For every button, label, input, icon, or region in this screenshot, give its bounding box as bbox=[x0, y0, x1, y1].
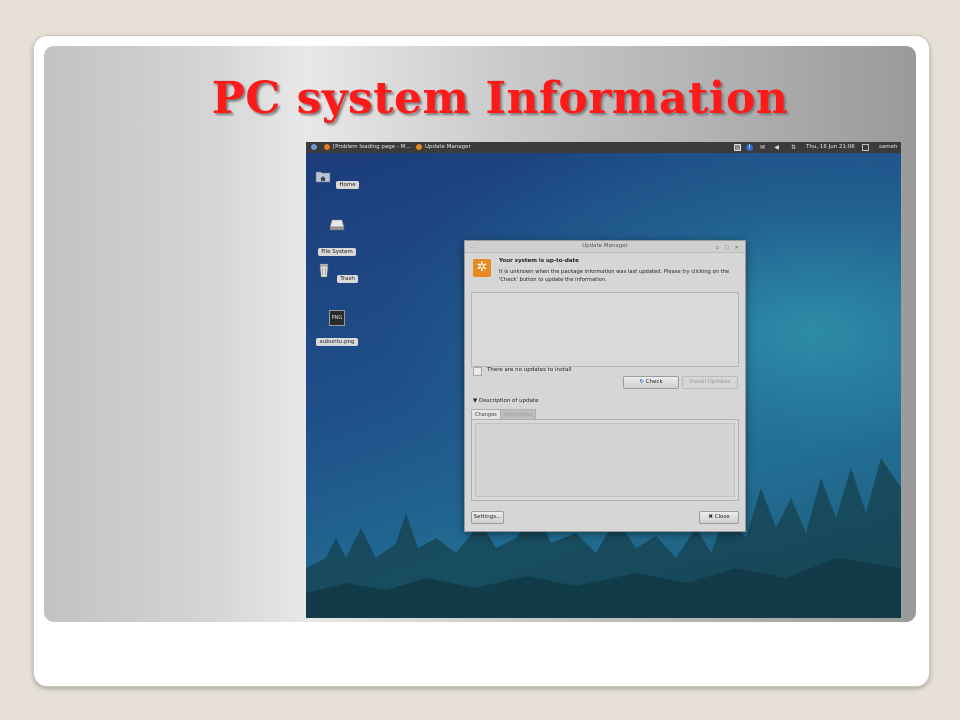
slide-title: PC system Information bbox=[211, 73, 789, 124]
settings-button[interactable]: Settings... bbox=[471, 511, 504, 524]
png-badge: PNG bbox=[331, 315, 343, 321]
taskbar-item-browser[interactable]: [Problem loading page - M... bbox=[324, 142, 411, 153]
taskbar-item-label: Update Manager bbox=[425, 144, 471, 150]
changes-pane bbox=[471, 419, 739, 501]
close-button-label: Close bbox=[714, 514, 730, 520]
home-folder-icon bbox=[316, 171, 331, 183]
volume-icon[interactable]: ◀ bbox=[773, 144, 780, 151]
update-manager-dialog: — Update Manager ▫ ▢ ✕ ✲ Your system is … bbox=[464, 240, 746, 532]
update-manager-icon bbox=[416, 143, 422, 150]
xfce-mouse-icon bbox=[311, 143, 317, 150]
desktop-icon-label: xubuntu.png bbox=[316, 338, 358, 346]
drive-icon bbox=[329, 219, 345, 231]
user-name[interactable]: sameh bbox=[879, 142, 897, 153]
changes-text-area[interactable] bbox=[475, 423, 735, 497]
desktop-icon-label: Home bbox=[336, 181, 359, 189]
image-file-icon: PNG bbox=[329, 310, 345, 326]
status-message: It is unknown when the package informati… bbox=[499, 269, 730, 283]
desktop-icon-home[interactable]: Home bbox=[315, 168, 359, 190]
install-updates-button[interactable]: Install Updates bbox=[682, 376, 738, 389]
status-heading: Your system is up-to-date bbox=[499, 258, 579, 264]
window-menu-icon[interactable]: — bbox=[469, 243, 474, 254]
notes-icon[interactable]: ▤ bbox=[734, 144, 741, 151]
desktop-icon-xubuntu-png[interactable]: PNG xubuntu.png bbox=[315, 310, 359, 347]
desktop-icon-file-system[interactable]: File System bbox=[315, 216, 359, 257]
trash-icon bbox=[319, 263, 329, 278]
description-expander[interactable]: ▼ Description of update bbox=[473, 398, 539, 404]
info-icon[interactable]: ! bbox=[746, 144, 753, 151]
show-desktop-icon[interactable] bbox=[862, 144, 869, 151]
expander-arrow-icon: ▼ bbox=[473, 398, 478, 404]
taskbar-item-update-manager[interactable]: Update Manager bbox=[416, 142, 471, 153]
firefox-icon bbox=[324, 143, 330, 150]
close-button[interactable]: ✖ Close bbox=[699, 511, 739, 524]
dialog-titlebar[interactable]: — Update Manager ▫ ▢ ✕ bbox=[465, 241, 745, 253]
whisker-menu-button[interactable] bbox=[311, 142, 320, 153]
description-expander-label: Description of update bbox=[478, 398, 539, 404]
dialog-title: Update Manager bbox=[582, 243, 628, 249]
update-settings-icon: ✲ bbox=[473, 259, 491, 277]
taskbar-item-label: [Problem loading page - M... bbox=[333, 144, 411, 150]
settings-button-label: Settings... bbox=[473, 514, 502, 520]
desktop-icon-label: File System bbox=[318, 248, 356, 256]
select-all-checkbox[interactable] bbox=[473, 367, 482, 376]
check-button[interactable]: ↻ Check bbox=[623, 376, 679, 389]
desktop-screenshot: [Problem loading page - M... Update Mana… bbox=[306, 142, 901, 618]
check-button-label: Check bbox=[645, 379, 663, 385]
window-controls[interactable]: ▫ ▢ ✕ bbox=[716, 243, 741, 254]
desktop-icon-label: Trash bbox=[337, 275, 358, 283]
clock[interactable]: Thu, 16 Jun 21:06 bbox=[806, 142, 855, 153]
install-button-label: Install Updates bbox=[689, 379, 731, 385]
no-updates-label: There are no updates to install bbox=[487, 367, 572, 373]
updates-list[interactable] bbox=[471, 292, 739, 367]
close-icon: ✖ bbox=[708, 514, 713, 520]
desktop-icon-trash[interactable]: Trash bbox=[315, 262, 359, 284]
top-panel: [Problem loading page - M... Update Mana… bbox=[306, 142, 901, 153]
network-icon[interactable]: ⇅ bbox=[790, 144, 797, 151]
refresh-icon: ↻ bbox=[639, 379, 644, 385]
mail-icon[interactable]: ✉ bbox=[759, 144, 766, 151]
